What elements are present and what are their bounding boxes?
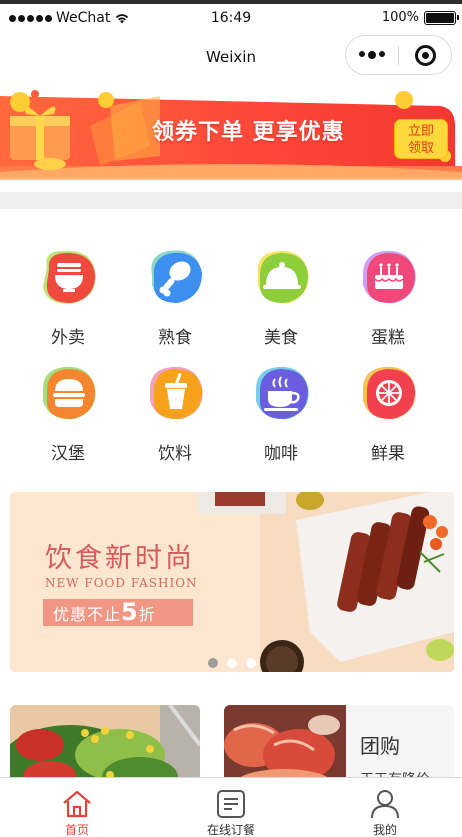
claim-button-line2: 领取 xyxy=(407,141,434,156)
tab-label: 我的 xyxy=(372,823,397,837)
carousel-dot[interactable] xyxy=(246,658,256,668)
tab-label: 首页 xyxy=(64,823,89,837)
category-cake[interactable]: 蛋糕 xyxy=(338,217,438,348)
category-coffee[interactable]: 咖啡 xyxy=(231,333,331,464)
tab-online-order[interactable]: 在线订餐 xyxy=(154,778,308,837)
tab-home[interactable]: 首页 xyxy=(0,778,154,837)
group-buy-title: 团购 xyxy=(360,734,400,758)
category-drinks[interactable]: 饮料 xyxy=(125,333,225,464)
category-fruit[interactable]: 鲜果 xyxy=(338,333,438,464)
burger-icon xyxy=(43,366,96,420)
category-label: 鲜果 xyxy=(371,444,405,464)
category-deli[interactable]: 熟食 xyxy=(125,217,225,348)
target-icon xyxy=(414,44,436,66)
status-right: 100% xyxy=(381,10,459,25)
cloche-icon xyxy=(257,250,309,304)
section-divider xyxy=(0,192,462,209)
category-label: 咖啡 xyxy=(264,444,298,464)
carousel-dot[interactable] xyxy=(208,658,218,668)
banner-subtitle: NEW FOOD FASHION xyxy=(45,576,198,590)
cake-icon xyxy=(363,250,416,304)
category-label: 饮料 xyxy=(158,444,192,464)
category-burger[interactable]: 汉堡 xyxy=(18,333,118,464)
close-mini-program-button[interactable] xyxy=(399,44,451,66)
banner-title: 饮食新时尚 xyxy=(45,543,195,574)
tab-mine[interactable]: 我的 xyxy=(308,778,462,837)
category-takeout[interactable]: 外卖 xyxy=(18,217,118,348)
category-grid: 外卖 熟食 美食 蛋糕 汉堡 饮料 咖啡 鲜果 xyxy=(0,209,462,469)
tab-label: 在线订餐 xyxy=(206,823,255,837)
more-menu-button[interactable] xyxy=(346,51,398,59)
category-label: 汉堡 xyxy=(51,444,85,464)
discount-prefix: 优惠不止 xyxy=(53,605,122,624)
bottom-tab-bar: 首页 在线订餐 我的 xyxy=(0,777,462,837)
order-list-icon xyxy=(217,790,245,818)
drumstick-icon xyxy=(151,250,202,303)
discount-tag: 优惠不止5折 xyxy=(43,599,193,626)
drink-cup-icon xyxy=(150,366,203,420)
battery-percent: 100% xyxy=(381,10,419,25)
category-cuisine[interactable]: 美食 xyxy=(231,217,331,348)
mini-program-capsule xyxy=(345,35,452,75)
discount-suffix: 折 xyxy=(138,605,156,624)
home-icon xyxy=(63,790,91,818)
carousel-dot[interactable] xyxy=(227,658,237,668)
coupon-headline: 领券下单 更享优惠 xyxy=(152,120,345,145)
claim-button-line1: 立即 xyxy=(407,124,434,139)
user-icon xyxy=(371,790,399,819)
carousel-indicator xyxy=(10,658,454,668)
status-bar: WeChat 16:49 100% xyxy=(0,4,462,32)
claim-coupon-button[interactable]: 立即 领取 xyxy=(394,119,448,159)
noodle-bowl-icon xyxy=(43,250,96,304)
discount-number: 5 xyxy=(121,598,139,626)
citrus-icon xyxy=(363,366,416,420)
promo-carousel[interactable]: 饮食新时尚 NEW FOOD FASHION 优惠不止5折 xyxy=(10,492,454,672)
coupon-banner[interactable]: 领券下单 更享优惠 立即 领取 xyxy=(0,86,462,192)
nav-bar: Weixin xyxy=(0,32,462,86)
coffee-cup-icon xyxy=(256,366,309,420)
battery-icon xyxy=(424,10,459,25)
